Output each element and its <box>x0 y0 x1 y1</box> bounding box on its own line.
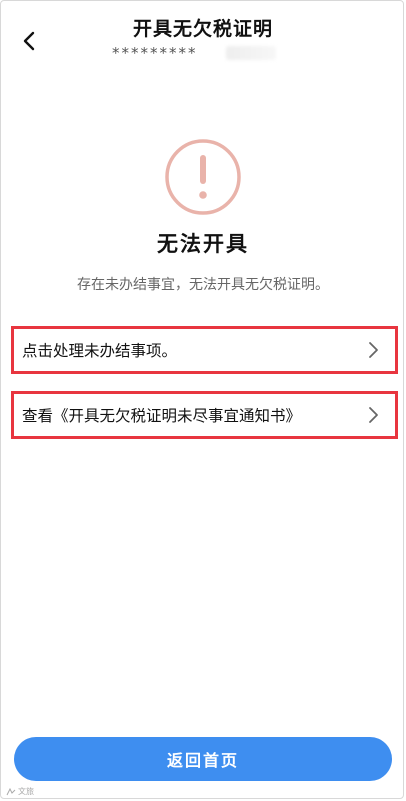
chevron-right-icon <box>367 341 379 359</box>
view-notice-row[interactable]: 查看《开具无欠税证明未尽事宜通知书》 <box>11 391 398 439</box>
taxpayer-id-masked: ********* <box>112 44 198 62</box>
exclamation-circle-icon <box>165 139 241 215</box>
redacted-text <box>226 46 276 60</box>
return-home-button[interactable]: 返回首页 <box>14 737 392 781</box>
page-title: 开具无欠税证明 <box>132 18 273 40</box>
header: 开具无欠税证明 ********* <box>0 0 406 70</box>
watermark-logo-icon <box>6 787 16 795</box>
handle-pending-matters-row[interactable]: 点击处理未办结事项。 <box>11 326 398 374</box>
action-label: 点击处理未办结事项。 <box>22 342 178 360</box>
status-title: 无法开具 <box>157 232 249 256</box>
watermark-text: 文旅 <box>18 787 34 796</box>
return-home-label: 返回首页 <box>166 751 239 770</box>
status-description: 存在未办结事宜，无法开具无欠税证明。 <box>77 277 329 293</box>
chevron-right-icon <box>367 406 379 424</box>
watermark: 文旅 <box>6 786 34 797</box>
action-label: 查看《开具无欠税证明未尽事宜通知书》 <box>22 407 302 425</box>
